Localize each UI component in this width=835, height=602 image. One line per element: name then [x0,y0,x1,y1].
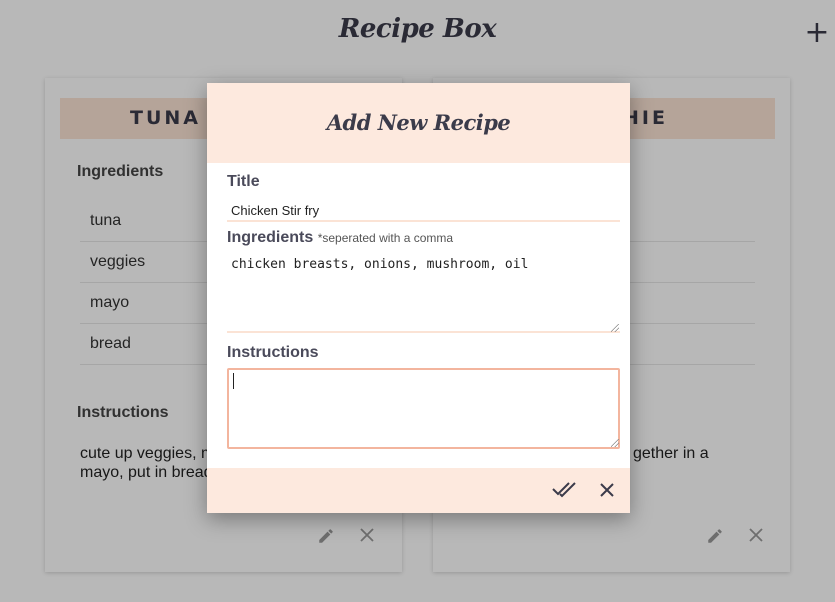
dialog-footer [207,468,630,513]
ingredients-textarea[interactable]: chicken breasts, onions, mushroom, oil [227,255,620,333]
dialog-title: Add New Recipe [207,83,630,163]
instructions-textarea[interactable] [227,368,620,449]
ingredients-label-text: Ingredients [227,229,314,246]
ingredients-field-label: Ingredients *seperated with a comma [227,229,453,247]
resize-handle-icon[interactable] [611,439,619,447]
instructions-field-label: Instructions [227,344,319,361]
close-icon[interactable] [595,479,619,503]
double-check-icon[interactable] [552,479,576,503]
add-recipe-dialog: Add New Recipe Title Ingredients *sepera… [207,83,630,513]
title-field-label: Title [227,173,260,190]
title-input[interactable] [227,200,620,222]
resize-handle-icon[interactable] [611,324,619,332]
ingredients-hint: *seperated with a comma [317,231,454,245]
text-cursor [233,373,234,389]
